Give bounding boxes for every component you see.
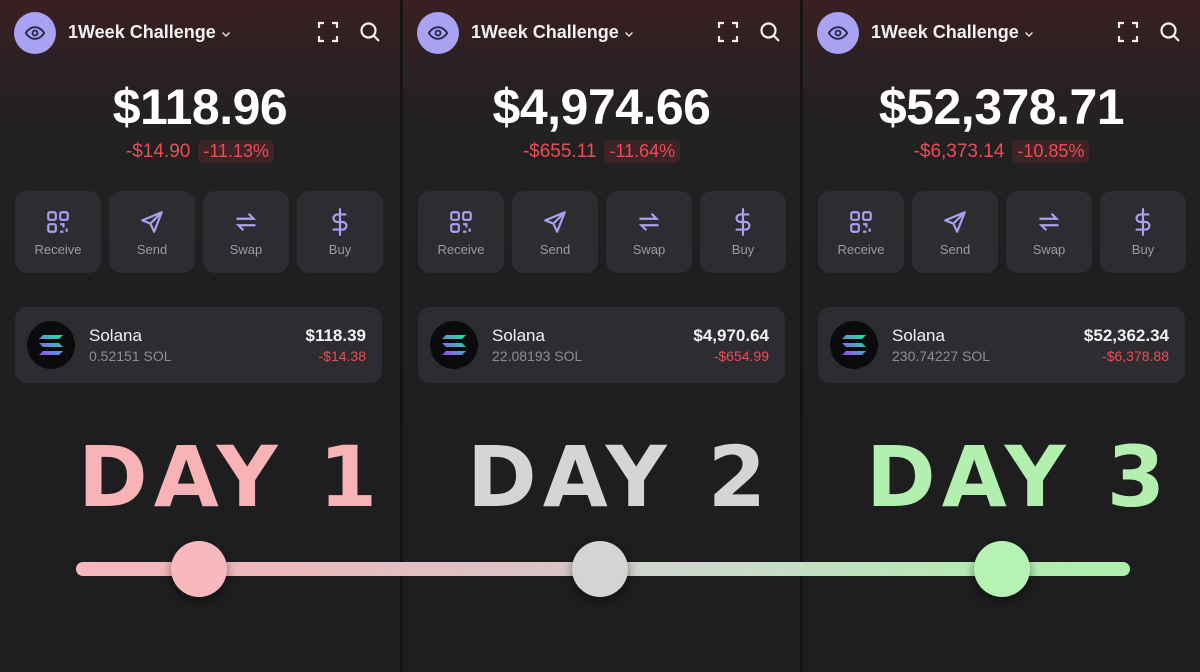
- dollar-icon: [1130, 207, 1156, 236]
- send-icon: [139, 208, 165, 236]
- day-3-slider-knob[interactable]: [974, 541, 1030, 597]
- total-balance: $52,378.71: [878, 79, 1125, 135]
- token-name: Solana: [89, 326, 142, 345]
- header: 1Week Challenge: [14, 12, 386, 54]
- buy-label: Buy: [1131, 241, 1155, 257]
- send-icon: [942, 208, 968, 236]
- swap-icon: [636, 208, 662, 236]
- total-balance: $118.96: [112, 79, 288, 135]
- send-button[interactable]: Send: [512, 191, 598, 273]
- dollar-icon: [730, 207, 756, 236]
- token-change: -$654.99: [713, 348, 769, 364]
- search-icon[interactable]: [358, 20, 382, 44]
- token-change: -$6,378.88: [1102, 348, 1169, 364]
- action-row: Receive Send Swap Buy: [15, 191, 383, 273]
- qr-code-icon: [45, 208, 71, 236]
- chevron-down-icon: [623, 28, 635, 40]
- eye-icon[interactable]: [14, 12, 56, 54]
- receive-label: Receive: [437, 241, 485, 257]
- token-amount: 0.52151 SOL: [89, 348, 172, 364]
- account-selector[interactable]: 1Week Challenge: [471, 22, 635, 43]
- header: 1Week Challenge: [817, 12, 1186, 54]
- send-icon: [542, 208, 568, 236]
- qr-code-icon: [848, 208, 874, 236]
- search-icon[interactable]: [1158, 20, 1182, 44]
- balance-change: -$655.11 -11.64%: [403, 140, 800, 163]
- dollar-icon: [327, 207, 353, 236]
- token-row-solana[interactable]: Solana 22.08193 SOL $4,970.64 -$654.99: [418, 307, 785, 383]
- account-selector[interactable]: 1Week Challenge: [871, 22, 1035, 43]
- send-button[interactable]: Send: [109, 191, 195, 273]
- receive-button[interactable]: Receive: [818, 191, 904, 273]
- send-label: Send: [539, 241, 571, 257]
- receive-button[interactable]: Receive: [418, 191, 504, 273]
- change-amount: -$6,373.14: [913, 140, 1005, 162]
- total-balance: $4,974.66: [492, 79, 711, 135]
- buy-button[interactable]: Buy: [1100, 191, 1186, 273]
- buy-button[interactable]: Buy: [297, 191, 383, 273]
- day-1-label: DAY 1: [78, 428, 384, 526]
- change-amount: -$14.90: [125, 140, 191, 162]
- send-button[interactable]: Send: [912, 191, 998, 273]
- swap-icon: [233, 208, 259, 236]
- search-icon[interactable]: [758, 20, 782, 44]
- account-title: 1Week Challenge: [871, 22, 1019, 42]
- token-value: $4,970.64: [693, 326, 769, 345]
- token-name: Solana: [492, 326, 545, 345]
- swap-button[interactable]: Swap: [203, 191, 289, 273]
- swap-label: Swap: [1032, 241, 1066, 257]
- solana-logo: [27, 321, 75, 369]
- account-title: 1Week Challenge: [471, 22, 619, 42]
- token-value: $118.39: [305, 326, 366, 345]
- send-label: Send: [136, 241, 168, 257]
- account-selector[interactable]: 1Week Challenge: [68, 22, 232, 43]
- token-change: -$14.38: [318, 348, 366, 364]
- token-value: $52,362.34: [1083, 326, 1169, 345]
- swap-icon: [1036, 208, 1062, 236]
- change-amount: -$655.11: [522, 140, 597, 162]
- token-row-solana[interactable]: Solana 0.52151 SOL $118.39 -$14.38: [15, 307, 382, 383]
- balance-change: -$14.90 -11.13%: [0, 140, 400, 163]
- eye-icon[interactable]: [817, 12, 859, 54]
- chevron-down-icon: [1023, 28, 1035, 40]
- receive-label: Receive: [34, 241, 82, 257]
- day-3-label: DAY 3: [866, 428, 1172, 526]
- receive-button[interactable]: Receive: [15, 191, 101, 273]
- solana-logo: [830, 321, 878, 369]
- fullscreen-icon[interactable]: [316, 20, 340, 44]
- buy-button[interactable]: Buy: [700, 191, 786, 273]
- day-2-label: DAY 2: [467, 428, 773, 526]
- swap-button[interactable]: Swap: [1006, 191, 1092, 273]
- fullscreen-icon[interactable]: [716, 20, 740, 44]
- day-2-slider-knob[interactable]: [572, 541, 628, 597]
- token-amount: 230.74227 SOL: [892, 348, 991, 364]
- eye-icon[interactable]: [417, 12, 459, 54]
- balance-change: -$6,373.14 -10.85%: [803, 140, 1200, 163]
- swap-button[interactable]: Swap: [606, 191, 692, 273]
- token-amount: 22.08193 SOL: [492, 348, 583, 364]
- chevron-down-icon: [220, 28, 232, 40]
- change-percent-badge: -11.13%: [198, 140, 275, 163]
- fullscreen-icon[interactable]: [1116, 20, 1140, 44]
- swap-label: Swap: [229, 241, 263, 257]
- buy-label: Buy: [328, 241, 352, 257]
- change-percent-badge: -11.64%: [604, 140, 681, 163]
- buy-label: Buy: [731, 241, 755, 257]
- send-label: Send: [939, 241, 971, 257]
- action-row: Receive Send Swap Buy: [818, 191, 1186, 273]
- qr-code-icon: [448, 208, 474, 236]
- day-1-slider-knob[interactable]: [171, 541, 227, 597]
- receive-label: Receive: [837, 241, 885, 257]
- token-row-solana[interactable]: Solana 230.74227 SOL $52,362.34 -$6,378.…: [818, 307, 1185, 383]
- token-name: Solana: [892, 326, 945, 345]
- swap-label: Swap: [632, 241, 666, 257]
- header: 1Week Challenge: [417, 12, 786, 54]
- action-row: Receive Send Swap Buy: [418, 191, 786, 273]
- solana-logo: [430, 321, 478, 369]
- account-title: 1Week Challenge: [68, 22, 216, 42]
- change-percent-badge: -10.85%: [1012, 140, 1090, 163]
